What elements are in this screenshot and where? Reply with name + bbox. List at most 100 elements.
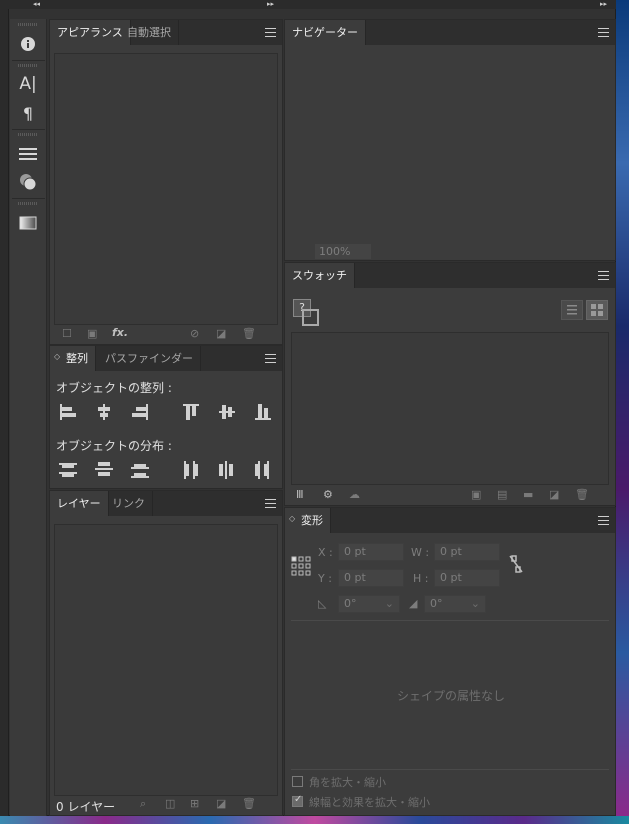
layer-count: 0 レイヤー	[56, 800, 116, 814]
scale-corners-checkbox[interactable]	[292, 776, 303, 787]
height-field[interactable]: 0 pt	[434, 569, 500, 587]
toolstrip-titlebar	[8, 0, 48, 9]
fx-icon[interactable]: fx.	[112, 327, 128, 339]
collapse-toolstrip-button[interactable]: ◂◂	[33, 0, 40, 9]
reference-point-icon[interactable]	[291, 556, 311, 576]
paragraph-icon[interactable]: ¶	[14, 101, 42, 125]
transform-panel-menu-icon[interactable]	[598, 516, 609, 525]
align-vertical-center-icon[interactable]	[217, 402, 237, 422]
desktop-background-bottom	[0, 816, 629, 824]
stroke-icon[interactable]	[14, 142, 42, 166]
swatch-options-icon[interactable]: ▣	[471, 489, 481, 501]
tab-appearance[interactable]: アピアランス	[50, 20, 131, 45]
cloud-library-icon[interactable]: ☁	[349, 489, 360, 501]
list-view-icon[interactable]	[561, 300, 583, 320]
rotate-dropdown-chevron-icon[interactable]: ⌄	[385, 596, 394, 612]
tab-layers[interactable]: レイヤー	[50, 491, 109, 516]
stroke-swatch-indicator[interactable]	[302, 309, 319, 326]
align-left-icon[interactable]	[58, 402, 78, 422]
appearance-list[interactable]	[54, 53, 278, 325]
gradient-icon[interactable]	[14, 211, 42, 235]
no-shape-properties-message: シェイプの属性なし	[396, 689, 505, 703]
delete-item-icon[interactable]: 🗑	[242, 328, 256, 340]
distribute-top-icon[interactable]	[58, 460, 78, 480]
align-bottom-icon[interactable]	[253, 402, 273, 422]
folder-icon[interactable]: ▬	[523, 489, 533, 501]
swatch-libraries-icon[interactable]: Ⅲ	[296, 489, 304, 501]
navigator-panel: ナビゲーター 100%	[284, 19, 616, 261]
character-icon[interactable]: A|	[14, 72, 42, 96]
distribute-right-icon[interactable]	[253, 460, 273, 480]
clear-appearance-icon[interactable]: ⊘	[190, 328, 199, 340]
make-clipping-mask-icon[interactable]: ◫	[165, 798, 175, 810]
strip-grip[interactable]	[18, 64, 38, 67]
align-panel-menu-icon[interactable]	[265, 354, 276, 363]
layers-tabbar: レイヤー リンク	[50, 491, 282, 516]
info-icon[interactable]	[14, 32, 42, 56]
layers-list[interactable]	[54, 524, 278, 796]
locate-object-icon[interactable]: ⌕	[140, 798, 146, 810]
width-field[interactable]: 0 pt	[434, 543, 500, 561]
layers-panel: レイヤー リンク 0 レイヤー ⌕ ◫ ⊞ ◪ 🗑	[49, 490, 283, 816]
zoom-field[interactable]: 100%	[315, 244, 371, 259]
navigator-panel-menu-icon[interactable]	[598, 28, 609, 37]
align-tabbar: 整列 パスファインダー	[50, 346, 282, 371]
swatches-list[interactable]	[291, 332, 609, 485]
y-label: Y :	[318, 572, 332, 585]
show-swatch-kinds-icon[interactable]: ⚙	[323, 489, 333, 501]
collapse-left-dock-button[interactable]: ▸▸	[267, 0, 274, 9]
shear-dropdown-chevron-icon[interactable]: ⌄	[471, 596, 480, 612]
align-horizontal-center-icon[interactable]	[94, 402, 114, 422]
tab-navigator[interactable]: ナビゲーター	[285, 20, 366, 45]
tab-auto-select[interactable]: 自動選択	[120, 20, 179, 45]
shear-angle-field[interactable]: 0° ⌄	[424, 595, 486, 613]
panel-options-toggle-icon[interactable]: ◇	[289, 514, 295, 523]
x-field[interactable]: 0 pt	[338, 543, 404, 561]
shear-icon: ◢	[409, 597, 418, 610]
duplicate-item-icon[interactable]: ◪	[216, 328, 226, 340]
distribute-bottom-icon[interactable]	[130, 460, 150, 480]
panel-options-toggle-icon[interactable]: ◇	[54, 352, 60, 361]
scale-strokes-effects-label: 線幅と効果を拡大・縮小	[309, 796, 430, 809]
scale-strokes-effects-checkbox[interactable]	[292, 794, 303, 807]
swatches-tabbar: スウォッチ	[285, 263, 615, 288]
tab-swatches[interactable]: スウォッチ	[285, 263, 355, 288]
swatches-panel-menu-icon[interactable]	[598, 271, 609, 280]
add-new-fill-icon[interactable]: ▣	[87, 328, 97, 340]
distribute-horizontal-center-icon[interactable]	[217, 460, 237, 480]
align-top-icon[interactable]	[181, 402, 201, 422]
delete-swatch-icon[interactable]: 🗑	[575, 489, 589, 501]
rotate-angle-value: 0°	[344, 597, 357, 610]
tab-pathfinder[interactable]: パスファインダー	[98, 346, 201, 371]
left-edge	[0, 0, 8, 816]
rotate-angle-field[interactable]: 0° ⌄	[338, 595, 400, 613]
desktop-background-right	[616, 0, 629, 816]
transform-tabbar: 変形	[285, 508, 615, 533]
constrain-proportions-icon[interactable]	[507, 553, 525, 575]
strip-grip[interactable]	[18, 133, 38, 136]
color-guide-icon[interactable]	[14, 170, 42, 194]
appearance-panel-menu-icon[interactable]	[265, 28, 276, 37]
new-swatch-icon[interactable]: ◪	[549, 489, 559, 501]
y-field[interactable]: 0 pt	[338, 569, 404, 587]
x-label: X :	[318, 546, 333, 559]
tab-links[interactable]: リンク	[105, 491, 153, 516]
add-new-stroke-icon[interactable]: ☐	[62, 328, 72, 340]
create-new-layer-icon[interactable]: ◪	[216, 798, 226, 810]
distribute-vertical-center-icon[interactable]	[94, 460, 114, 480]
strip-grip[interactable]	[18, 23, 38, 26]
appearance-panel: アピアランス 自動選択 ☐ ▣ fx. ⊘ ◪ 🗑	[49, 19, 283, 345]
thumbnail-view-icon[interactable]	[586, 300, 608, 320]
layers-panel-menu-icon[interactable]	[265, 499, 276, 508]
create-sublayer-icon[interactable]: ⊞	[190, 798, 199, 810]
collapse-right-dock-button[interactable]: ▸▸	[600, 0, 607, 9]
distribute-left-icon[interactable]	[181, 460, 201, 480]
new-color-group-icon[interactable]: ▤	[497, 489, 507, 501]
align-right-icon[interactable]	[130, 402, 150, 422]
transform-panel: 変形 ◇ X : 0 pt W : 0 pt Y : 0 pt H : 0 pt…	[284, 507, 616, 816]
divider	[291, 769, 609, 770]
align-objects-label: オブジェクトの整列 :	[56, 381, 172, 395]
delete-layer-icon[interactable]: 🗑	[242, 798, 256, 810]
shear-angle-value: 0°	[430, 597, 443, 610]
strip-grip[interactable]	[18, 202, 38, 205]
